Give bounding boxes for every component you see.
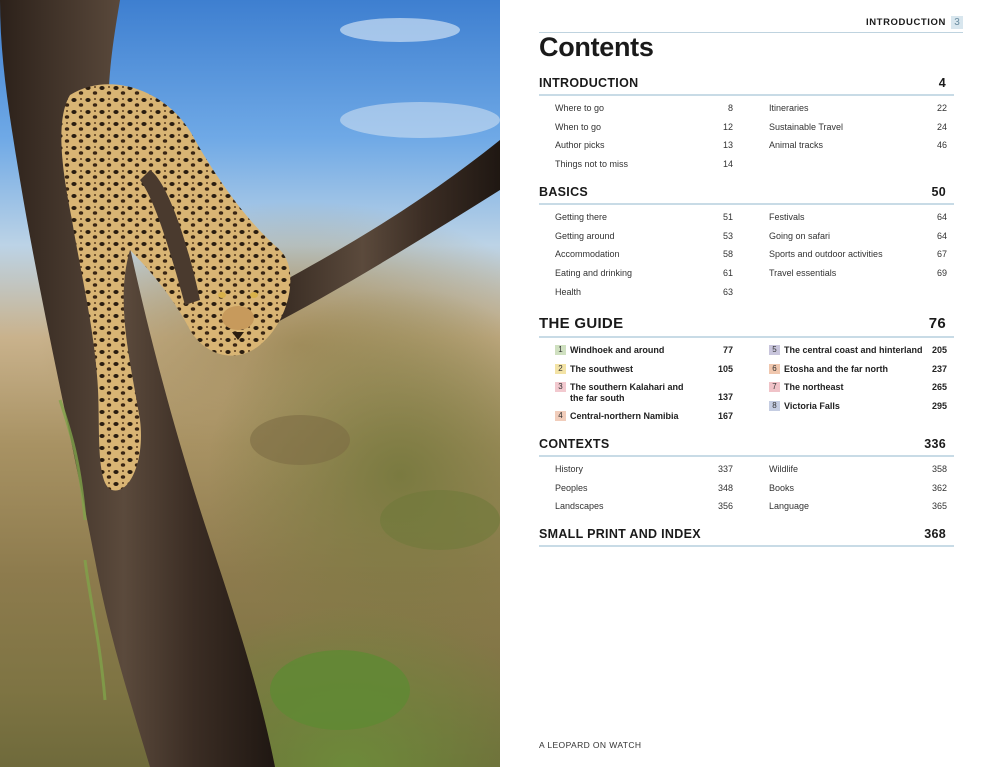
running-head: INTRODUCTION 3 xyxy=(539,16,963,33)
toc-entry[interactable]: Landscapes 356 xyxy=(555,497,733,516)
chapter-badge: 5 xyxy=(769,345,780,355)
toc-entry[interactable]: Accommodation 58 xyxy=(555,245,733,264)
running-head-section: INTRODUCTION xyxy=(865,17,946,28)
toc-entry[interactable]: When to go 12 xyxy=(555,118,733,137)
toc-entry[interactable]: Travel essentials 69 xyxy=(769,264,947,283)
section-title: CONTEXTS xyxy=(539,437,610,451)
chapter-entry[interactable]: 3 The southern Kalahari and the far south… xyxy=(555,378,733,407)
chapter-badge: 1 xyxy=(555,345,566,355)
toc-entry[interactable]: Health 63 xyxy=(555,283,733,302)
section-introduction: INTRODUCTION 4 Where to go 8 When to go 12… xyxy=(539,76,954,169)
photo-caption: A LEOPARD ON WATCH xyxy=(539,740,642,750)
toc-entry[interactable]: Getting around 53 xyxy=(555,227,733,246)
section-title: THE GUIDE xyxy=(539,315,624,332)
section-heading[interactable]: CONTEXTS 336 xyxy=(539,437,954,457)
chapter-badge: 6 xyxy=(769,363,780,374)
section-page: 336 xyxy=(924,437,946,451)
section-title: INTRODUCTION xyxy=(539,76,639,90)
toc-entry[interactable]: Sports and outdoor activities 67 xyxy=(769,245,947,264)
toc-entry[interactable]: History 337 xyxy=(555,460,733,479)
chapter-entry[interactable]: 6 Etosha and the far north 237 xyxy=(769,360,947,379)
section-title: SMALL PRINT AND INDEX xyxy=(539,527,701,541)
section-page: 4 xyxy=(938,76,946,90)
toc-entry[interactable]: Things not to miss 14 xyxy=(555,155,733,174)
toc-entry[interactable]: Where to go 8 xyxy=(555,99,733,118)
leopard-photo xyxy=(0,0,500,767)
page-number: 3 xyxy=(951,16,963,29)
chapter-badge: 3 xyxy=(555,382,566,393)
section-heading[interactable]: INTRODUCTION 4 xyxy=(539,76,954,96)
chapter-badge: 8 xyxy=(769,401,780,412)
section-contexts: CONTEXTS 336 History 337 Peoples 348 Lands… xyxy=(539,437,954,511)
section-page: 368 xyxy=(924,527,946,541)
chapter-entry[interactable]: 5 The central coast and hinterland 205 xyxy=(769,341,947,360)
section-page: 76 xyxy=(928,315,946,332)
toc-entry[interactable]: Festivals 64 xyxy=(769,208,947,227)
chapter-badge: 7 xyxy=(769,382,780,393)
toc-entry[interactable]: Peoples 348 xyxy=(555,479,733,498)
section-title: BASICS xyxy=(539,185,589,199)
section-basics: BASICS 50 Getting there 51 Getting around… xyxy=(539,185,954,297)
chapter-entry[interactable]: 2 The southwest 105 xyxy=(555,360,733,379)
chapter-entry[interactable]: 1 Windhoek and around 77 xyxy=(555,341,733,360)
chapter-badge: 4 xyxy=(555,411,566,422)
toc-entry[interactable]: Eating and drinking 61 xyxy=(555,264,733,283)
chapter-entry[interactable]: 4 Central-northern Namibia 167 xyxy=(555,407,733,426)
section-guide: THE GUIDE 76 1 Windhoek and around 77 2 The… xyxy=(539,314,954,422)
section-small-print: SMALL PRINT AND INDEX 368 xyxy=(539,527,954,547)
page-title: Contents xyxy=(539,32,654,62)
toc-entry[interactable]: Animal tracks 46 xyxy=(769,136,947,155)
section-heading[interactable]: THE GUIDE 76 xyxy=(539,314,954,338)
chapter-badge: 2 xyxy=(555,363,566,374)
toc-entry[interactable]: Language 365 xyxy=(769,497,947,516)
chapter-entry[interactable]: 8 Victoria Falls 295 xyxy=(769,397,947,416)
toc-entry[interactable]: Itineraries 22 xyxy=(769,99,947,118)
chapter-entry[interactable]: 7 The northeast 265 xyxy=(769,378,947,397)
toc-entry[interactable]: Sustainable Travel 24 xyxy=(769,118,947,137)
toc-entry[interactable]: Going on safari 64 xyxy=(769,227,947,246)
toc-entry[interactable]: Wildlife 358 xyxy=(769,460,947,479)
toc-entry[interactable]: Books 362 xyxy=(769,479,947,498)
section-heading[interactable]: SMALL PRINT AND INDEX 368 xyxy=(539,527,954,547)
toc-entry[interactable]: Author picks 13 xyxy=(555,136,733,155)
section-page: 50 xyxy=(931,185,946,199)
section-heading[interactable]: BASICS 50 xyxy=(539,185,954,205)
toc-entry[interactable]: Getting there 51 xyxy=(555,208,733,227)
